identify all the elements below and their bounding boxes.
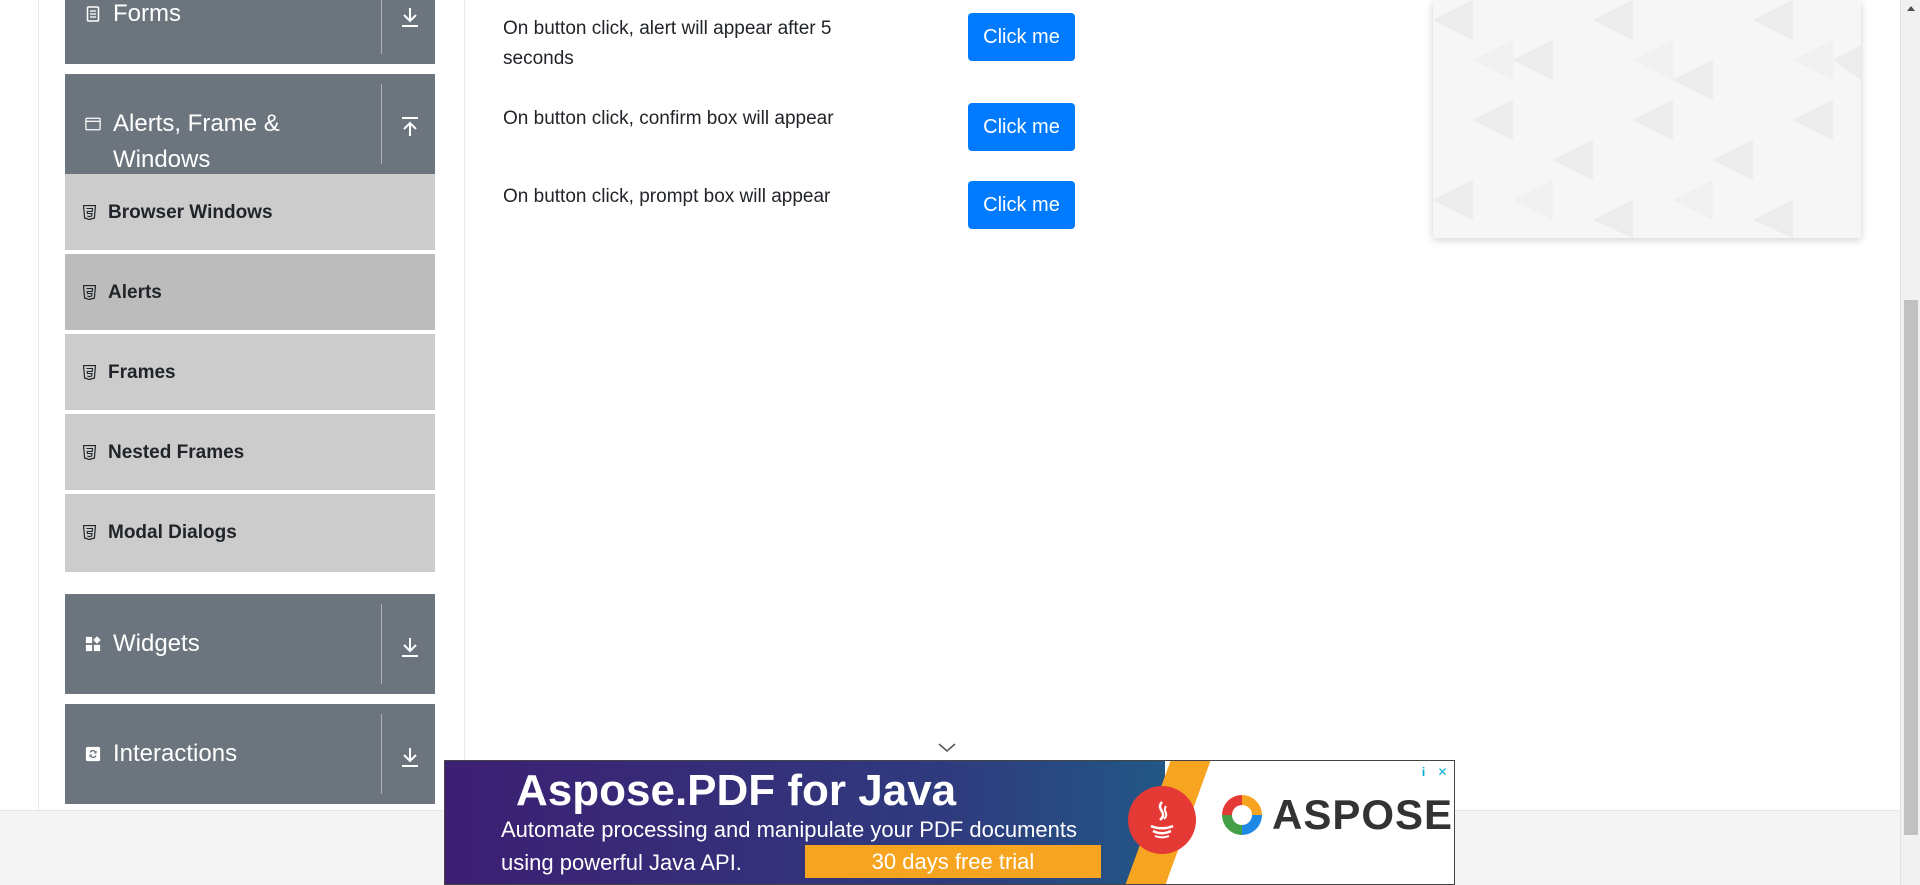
banner-title: Aspose.PDF for Java	[516, 766, 957, 815]
confirm-description: On button click, confirm box will appear	[503, 108, 834, 129]
sidebar-group-alerts-frame-windows[interactable]: Alerts, Frame & Windows	[65, 74, 435, 174]
ad-close-icon[interactable]: ✕	[1434, 763, 1451, 780]
aspose-brand-text: ASPOSE	[1272, 791, 1454, 838]
group-separator	[381, 604, 382, 684]
aspose-logo: ASPOSE	[1218, 791, 1453, 839]
document-icon	[85, 6, 101, 22]
window-icon	[85, 116, 101, 132]
download-arrow-icon[interactable]	[395, 632, 425, 662]
html5-icon	[83, 205, 96, 220]
sidebar-item-alerts[interactable]: Alerts	[65, 254, 435, 332]
html5-icon	[83, 285, 96, 300]
description-line1: On button click, alert will appear after…	[503, 18, 832, 39]
timer-alert-button[interactable]: Click me	[968, 13, 1075, 61]
triangle-pattern	[1433, 0, 1861, 238]
sidebar-group-label: Widgets	[113, 630, 200, 657]
sidebar-group-label: Alerts, Frame & Windows	[113, 106, 280, 178]
prompt-description: On button click, prompt box will appear	[503, 186, 831, 207]
sidebar-item-label: Nested Frames	[108, 442, 245, 463]
sidebar-group-label: Interactions	[113, 740, 238, 767]
confirm-button[interactable]: Click me	[968, 103, 1075, 151]
sidebar-item-nested-frames[interactable]: Nested Frames	[65, 414, 435, 492]
interactions-icon	[85, 746, 101, 762]
banner-text-line2: using powerful Java API.	[501, 850, 742, 875]
sidebar-item-label: Modal Dialogs	[108, 522, 237, 543]
ad-choices[interactable]: i ✕	[1415, 763, 1451, 781]
group-separator	[381, 714, 382, 794]
sidebar-group-label-line1: Alerts, Frame &	[113, 110, 280, 137]
widgets-icon	[85, 636, 101, 652]
prompt-button[interactable]: Click me	[968, 181, 1075, 229]
sidebar-group-label: Forms	[113, 0, 181, 27]
sidebar-item-modal-dialogs[interactable]: Modal Dialogs	[65, 494, 435, 572]
sidebar-group-interactions[interactable]: Interactions	[65, 704, 435, 804]
upload-arrow-icon[interactable]	[395, 112, 425, 142]
description-line2: seconds	[503, 48, 574, 69]
vertical-scrollbar[interactable]	[1900, 0, 1920, 885]
sidebar-item-label: Browser Windows	[108, 202, 273, 223]
download-arrow-icon[interactable]	[395, 2, 425, 32]
sidebar-group-label-line2: Windows	[113, 146, 211, 173]
html5-icon	[83, 365, 96, 380]
banner-cta-button[interactable]: 30 days free trial	[805, 845, 1101, 878]
sidebar-item-browser-windows[interactable]: Browser Windows	[65, 174, 435, 252]
banner-text-line1: Automate processing and manipulate your …	[501, 817, 1077, 842]
aspose-swirl-icon	[1222, 795, 1262, 835]
banner-ad[interactable]: Aspose.PDF for Java Automate processing …	[444, 760, 1455, 885]
sidebar-item-frames[interactable]: Frames	[65, 334, 435, 412]
sidebar-group-forms[interactable]: Forms	[65, 0, 435, 64]
download-arrow-icon[interactable]	[395, 742, 425, 772]
sidebar-divider	[464, 0, 465, 810]
side-ad[interactable]	[1433, 0, 1861, 238]
scrollbar-thumb[interactable]	[1904, 300, 1918, 835]
left-divider	[38, 0, 39, 810]
page: Forms Alerts, Frame & Windows Browser Wi…	[0, 0, 1920, 885]
sidebar-group-widgets[interactable]: Widgets	[65, 594, 435, 694]
group-separator	[381, 84, 382, 164]
java-logo-icon	[1128, 786, 1196, 854]
html5-icon	[83, 525, 96, 540]
sidebar-item-label: Frames	[108, 362, 176, 383]
html5-icon	[83, 445, 96, 460]
alert-timer-description: On button click, alert will appear after…	[503, 14, 883, 74]
group-separator	[381, 0, 382, 54]
sidebar-item-label: Alerts	[108, 282, 162, 303]
ad-info-icon[interactable]: i	[1415, 763, 1432, 780]
chevron-down-icon[interactable]	[937, 742, 957, 754]
scroll-up-arrow-icon[interactable]	[1901, 0, 1920, 17]
